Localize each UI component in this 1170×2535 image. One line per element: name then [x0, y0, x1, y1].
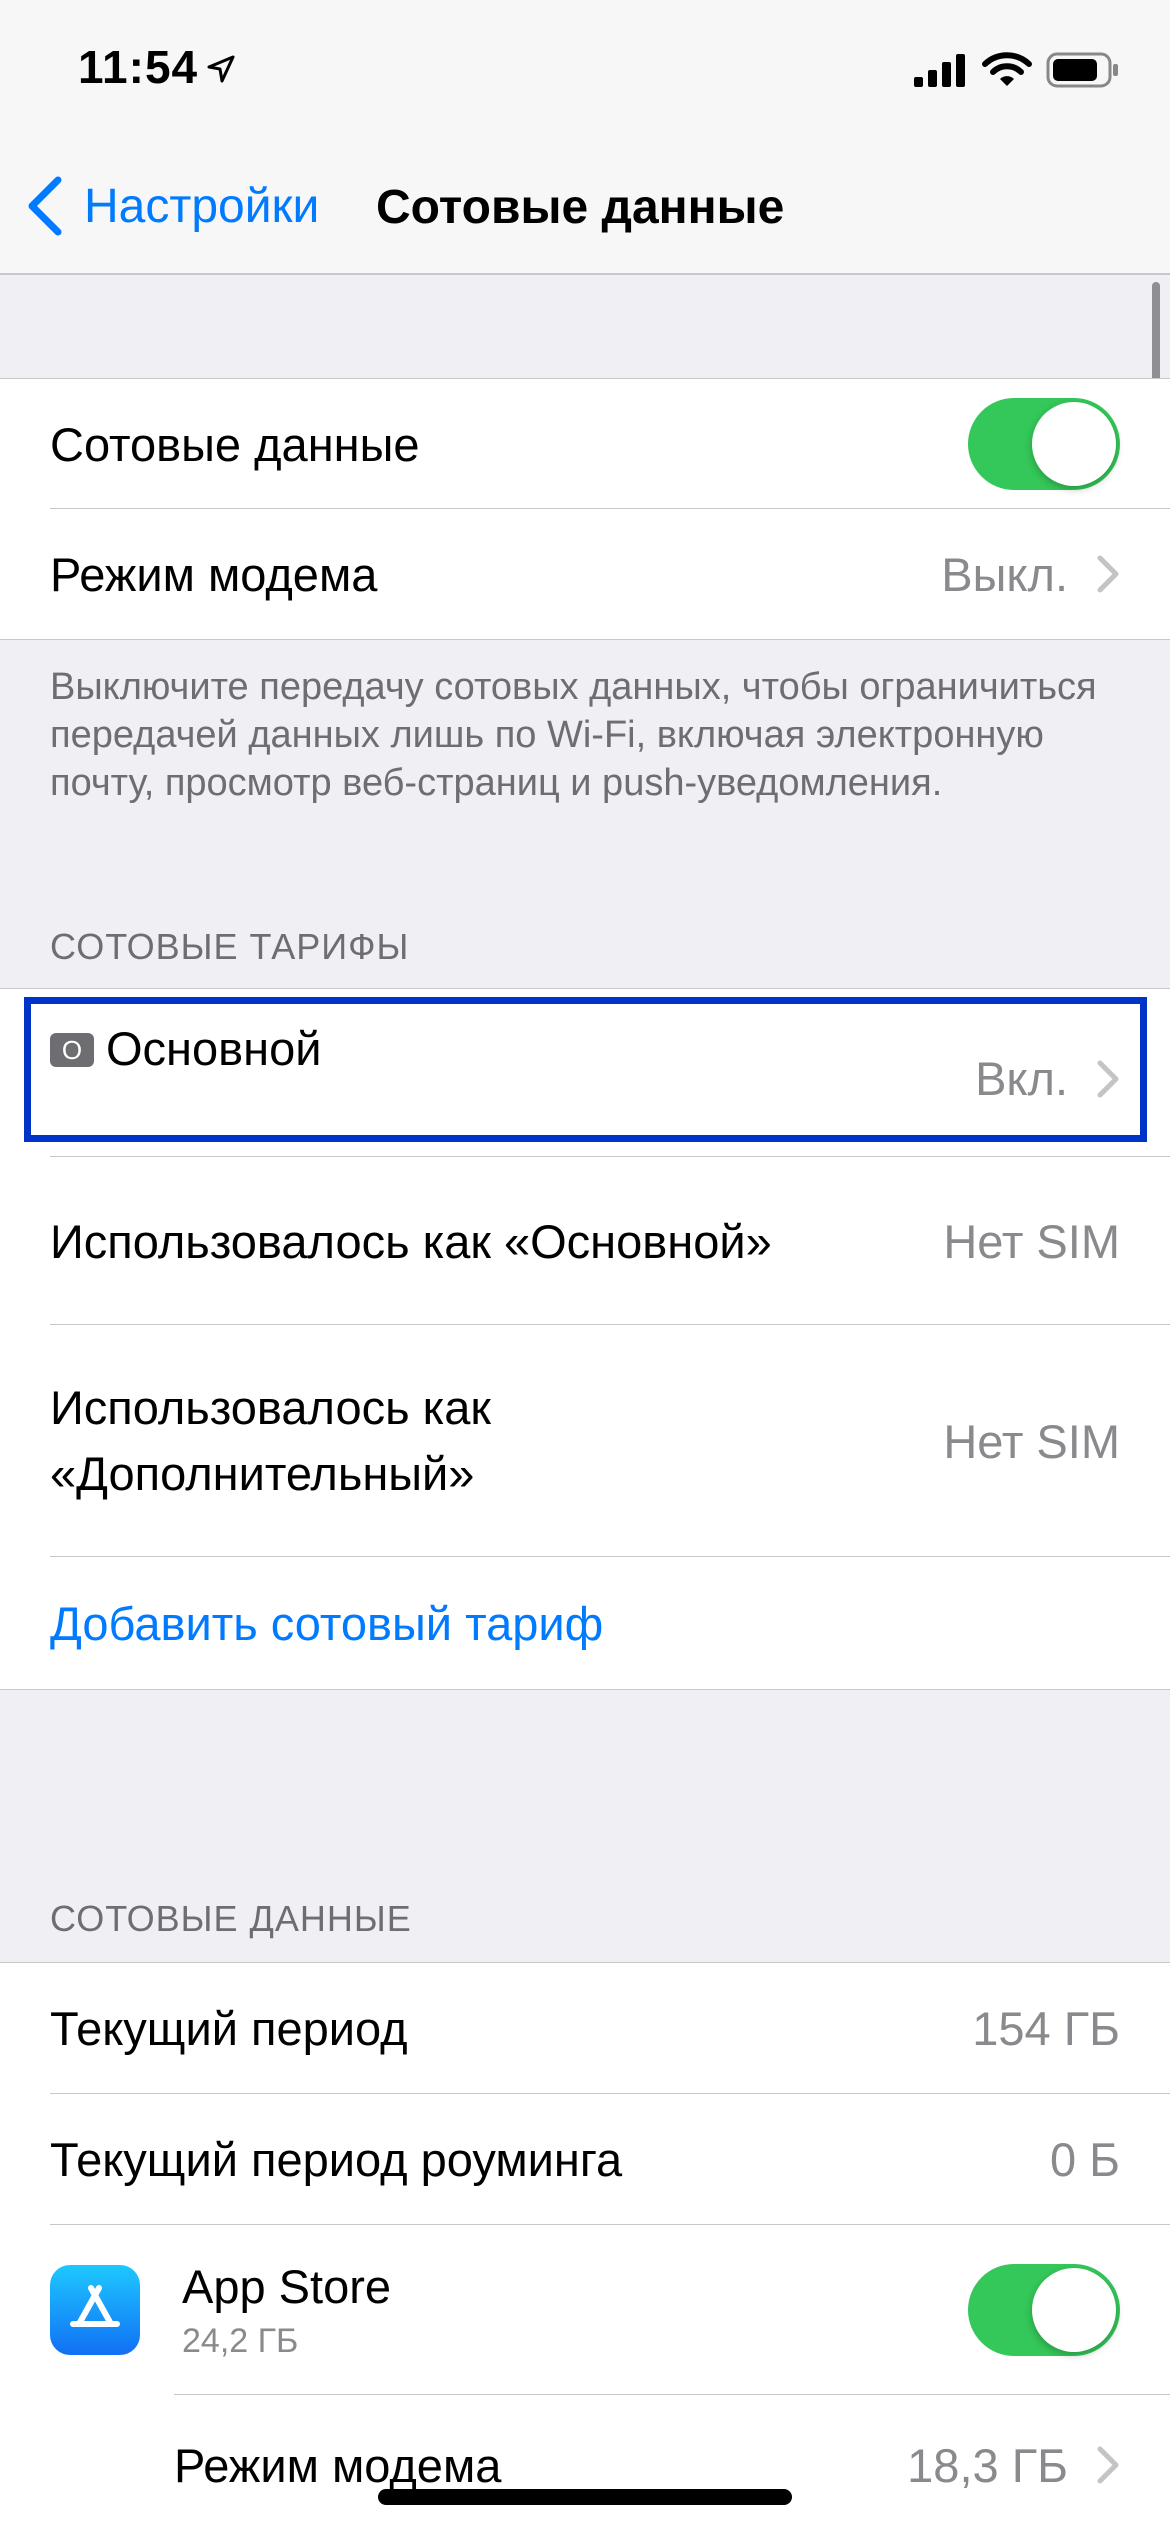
hotspot-row[interactable]: Режим модема Выкл. [0, 509, 1170, 639]
chevron-right-icon [1097, 555, 1119, 593]
status-time: 11:54 [78, 41, 199, 93]
chevron-left-icon [28, 176, 62, 236]
cellular-data-toggle[interactable] [968, 398, 1120, 490]
plans-section-header: СОТОВЫЕ ТАРИФЫ [50, 926, 410, 967]
cellular-section: Сотовые данные Режим модема Выкл. [0, 378, 1170, 640]
app-store-label: App Store [182, 2260, 392, 2313]
wifi-icon [982, 52, 1032, 86]
toggle-knob [1032, 402, 1116, 486]
used-as-secondary-label: Использовалось как «Дополнительный» [50, 1375, 943, 1507]
navigation-bar: Настройки Сотовые данные [0, 150, 1170, 275]
chevron-right-icon [1097, 1060, 1119, 1097]
plan-primary-label: Основной [106, 1022, 322, 1075]
back-button[interactable]: Настройки [26, 176, 319, 236]
add-cellular-plan-link[interactable]: Добавить сотовый тариф [50, 1596, 603, 1651]
page-title: Сотовые данные [376, 181, 785, 234]
cellular-footer-note: Выключите передачу сотовых данных, чтобы… [50, 666, 1097, 804]
used-as-primary-value: Нет SIM [943, 1214, 1120, 1268]
location-arrow-icon [207, 55, 235, 83]
used-as-primary-row: Использовалось как «Основной» Нет SIM [0, 1157, 1170, 1325]
cellular-data-label: Сотовые данные [50, 417, 420, 471]
hotspot-label: Режим модема [50, 547, 378, 601]
used-as-secondary-line1: Использовалось как [50, 1381, 491, 1434]
roaming-period-row: Текущий период роуминга 0 Б [0, 2094, 1170, 2225]
data-usage-section: Текущий период 154 ГБ Текущий период роу… [0, 1962, 1170, 2535]
app-store-row: App Store 24,2 ГБ [0, 2225, 1170, 2395]
plan-primary-row[interactable]: O Основной Вкл. [0, 989, 1170, 1157]
battery-icon [1046, 52, 1118, 88]
current-period-label: Текущий период [50, 2002, 408, 2055]
toggle-knob [1032, 2268, 1116, 2352]
cellular-data-row: Сотовые данные [0, 379, 1170, 509]
modem-usage-row[interactable]: Режим модема 18,3 ГБ [0, 2395, 1170, 2535]
used-as-secondary-value: Нет SIM [943, 1414, 1120, 1468]
plan-primary-value: Вкл. [975, 1052, 1068, 1105]
add-plan-row[interactable]: Добавить сотовый тариф [0, 1557, 1170, 1689]
back-label: Настройки [84, 179, 320, 233]
signal-icon [914, 54, 965, 87]
used-as-primary-label: Использовалось как «Основной» [50, 1214, 772, 1268]
modem-usage-label: Режим модема [174, 2438, 502, 2492]
app-store-toggle[interactable] [968, 2264, 1120, 2356]
roaming-period-value: 0 Б [1049, 2133, 1120, 2186]
app-store-text: App Store 24,2 ГБ [182, 2259, 968, 2361]
home-indicator[interactable] [378, 2489, 792, 2505]
plan-badge: O [50, 1033, 94, 1067]
roaming-period-label: Текущий период роуминга [50, 2133, 623, 2186]
status-bar: 11:54 [0, 0, 1170, 150]
data-usage-section-header: СОТОВЫЕ ДАННЫЕ [50, 1898, 412, 1939]
app-store-glyph-icon [70, 2285, 120, 2327]
app-store-icon [50, 2265, 140, 2355]
used-as-secondary-line2: «Дополнительный» [50, 1447, 475, 1500]
plans-section: O Основной Вкл. Использовалось как «Основ… [0, 988, 1170, 1690]
app-store-usage: 24,2 ГБ [182, 2322, 299, 2360]
current-period-value: 154 ГБ [972, 2002, 1120, 2055]
chevron-right-icon [1097, 2446, 1119, 2484]
current-period-row: Текущий период 154 ГБ [0, 1963, 1170, 2094]
modem-usage-value: 18,3 ГБ [907, 2438, 1068, 2492]
used-as-secondary-row: Использовалось как «Дополнительный» Нет … [0, 1325, 1170, 1557]
hotspot-value: Выкл. [941, 547, 1068, 601]
